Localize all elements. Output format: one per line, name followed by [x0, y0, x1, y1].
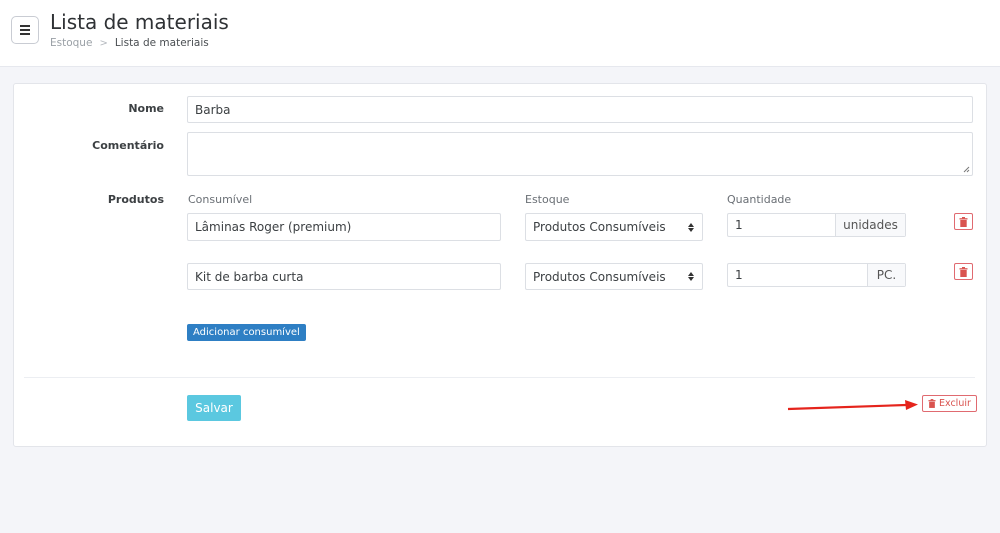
quantity-unit: unidades	[835, 214, 905, 236]
menu-toggle-button[interactable]	[11, 16, 39, 44]
save-button[interactable]: Salvar	[187, 395, 241, 421]
resize-handle-icon[interactable]	[963, 166, 970, 173]
page-title: Lista de materiais	[50, 10, 229, 34]
column-header-consumable: Consumível	[188, 193, 253, 206]
hamburger-icon	[20, 33, 30, 35]
quantity-input[interactable]: 1	[728, 264, 867, 286]
stock-select-value: Produtos Consumíveis	[533, 269, 666, 284]
breadcrumb-separator: >	[99, 37, 108, 49]
form-divider	[24, 377, 975, 378]
remove-row-button[interactable]	[954, 263, 973, 280]
breadcrumb: Estoque > Lista de materiais	[50, 37, 209, 49]
stock-select[interactable]: Produtos Consumíveis	[525, 213, 703, 241]
stock-select-value: Produtos Consumíveis	[533, 220, 666, 234]
hamburger-icon	[20, 29, 30, 31]
comment-label: Comentário	[92, 139, 164, 152]
consumable-input[interactable]: Lâminas Roger (premium)	[187, 213, 501, 241]
quantity-input-group: 1 PC.	[727, 263, 906, 287]
quantity-unit: PC.	[867, 264, 905, 286]
remove-row-button[interactable]	[954, 213, 973, 230]
breadcrumb-current: Lista de materiais	[114, 37, 209, 49]
consumable-input-value: Kit de barba curta	[195, 269, 304, 284]
trash-icon	[959, 266, 968, 277]
consumable-input[interactable]: Kit de barba curta	[187, 263, 501, 290]
delete-button-label: Excluir	[939, 398, 971, 409]
quantity-input-group: 1 unidades	[727, 213, 906, 237]
breadcrumb-parent-link[interactable]: Estoque	[50, 37, 92, 49]
quantity-input[interactable]: 1	[728, 214, 835, 236]
name-input[interactable]: Barba	[187, 96, 973, 123]
comment-textarea[interactable]	[187, 132, 973, 176]
name-label: Nome	[128, 102, 164, 115]
delete-button[interactable]: Excluir	[922, 395, 977, 412]
quantity-value: 1	[735, 268, 743, 282]
hamburger-icon	[20, 25, 30, 27]
trash-icon	[959, 216, 968, 227]
annotation-arrow-icon	[787, 400, 918, 411]
column-header-quantity: Quantidade	[727, 193, 792, 206]
consumable-input-value: Lâminas Roger (premium)	[195, 220, 352, 234]
quantity-value: 1	[735, 218, 743, 232]
add-consumable-button[interactable]: Adicionar consumível	[187, 324, 306, 341]
column-header-stock: Estoque	[525, 193, 570, 206]
select-arrows-icon	[688, 222, 694, 232]
page-header: Lista de materiais Estoque > Lista de ma…	[0, 0, 1000, 67]
trash-icon	[928, 399, 936, 408]
name-input-value: Barba	[195, 102, 231, 117]
stock-select[interactable]: Produtos Consumíveis	[525, 263, 703, 290]
products-label: Produtos	[107, 193, 164, 206]
select-arrows-icon	[688, 272, 694, 281]
